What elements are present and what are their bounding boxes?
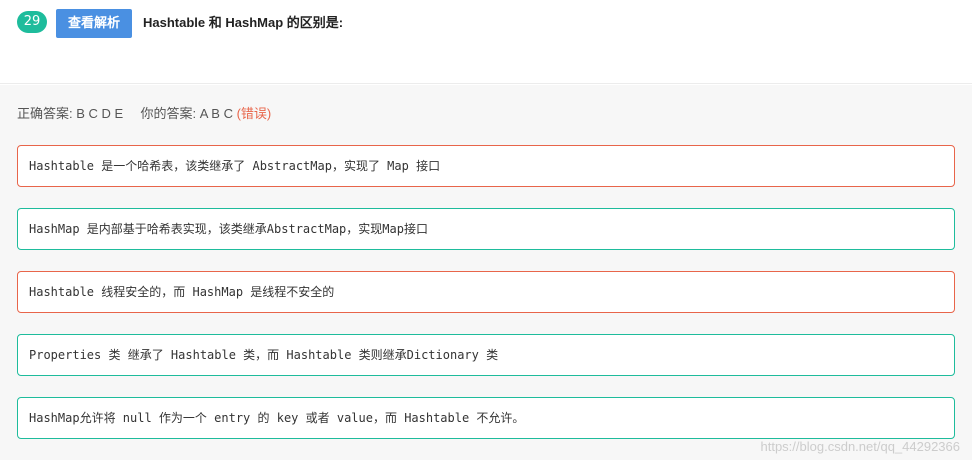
option-a[interactable]: Hashtable 是一个哈希表，该类继承了 AbstractMap，实现了 M…: [17, 145, 955, 187]
answer-summary: 正确答案: B C D E 你的答案: A B C (错误): [17, 106, 271, 122]
answer-area: 正确答案: B C D E 你的答案: A B C (错误) Hashtable…: [0, 85, 972, 460]
watermark: https://blog.csdn.net/qq_44292366: [760, 439, 961, 454]
your-answer-label: 你的答案:: [140, 106, 197, 121]
question-title: Hashtable 和 HashMap 的区别是:: [143, 15, 344, 30]
option-c[interactable]: Hashtable 线程安全的，而 HashMap 是线程不安全的: [17, 271, 955, 313]
option-d[interactable]: Properties 类 继承了 Hashtable 类，而 Hashtable…: [17, 334, 955, 376]
answer-status: (错误): [236, 106, 272, 121]
correct-answer-value: B C D E: [76, 106, 124, 121]
option-e[interactable]: HashMap允许将 null 作为一个 entry 的 key 或者 valu…: [17, 397, 955, 439]
correct-answer-label: 正确答案:: [17, 106, 73, 121]
question-number-badge: 29: [17, 11, 47, 33]
question-header: 29 查看解析 Hashtable 和 HashMap 的区别是:: [0, 0, 972, 84]
your-answer-value: A B C: [199, 106, 233, 121]
view-analysis-button[interactable]: 查看解析: [56, 9, 132, 38]
option-b[interactable]: HashMap 是内部基于哈希表实现，该类继承AbstractMap，实现Map…: [17, 208, 955, 250]
